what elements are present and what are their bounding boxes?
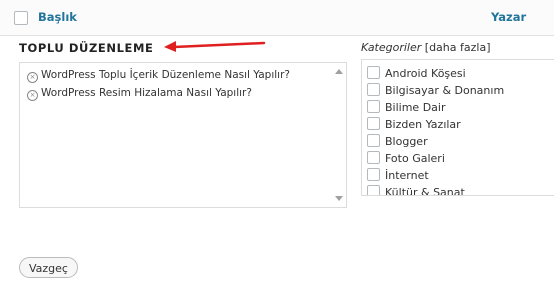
- category-item[interactable]: Bilgisayar & Donanım: [367, 83, 504, 97]
- category-label: Bilime Dair: [385, 101, 446, 114]
- categories-title: Kategoriler: [361, 41, 422, 54]
- scroll-down-icon[interactable]: [335, 196, 343, 201]
- selected-posts-list[interactable]: × WordPress Toplu İçerik Düzenleme Nasıl …: [19, 62, 347, 208]
- category-checkbox[interactable]: [367, 185, 380, 195]
- category-item[interactable]: Blogger: [367, 134, 428, 148]
- category-label: İnternet: [385, 169, 429, 182]
- category-label: Foto Galeri: [385, 152, 445, 165]
- category-label: Blogger: [385, 135, 428, 148]
- post-title: WordPress Toplu İçerik Düzenleme Nasıl Y…: [41, 69, 290, 81]
- categories-more-link[interactable]: [daha fazla]: [425, 41, 491, 54]
- category-checkbox[interactable]: [367, 66, 380, 79]
- category-checkbox[interactable]: [367, 83, 380, 96]
- category-item[interactable]: Bilime Dair: [367, 100, 445, 114]
- category-label: Android Köşesi: [385, 67, 466, 80]
- category-item[interactable]: Bizden Yazılar: [367, 117, 461, 131]
- posts-scrollbar[interactable]: [332, 63, 346, 207]
- remove-post-icon[interactable]: ×: [27, 72, 38, 83]
- category-checkbox[interactable]: [367, 168, 380, 181]
- bulk-edit-title: TOPLU DÜZENLEME: [19, 41, 154, 55]
- select-all-checkbox[interactable]: [14, 11, 28, 25]
- cancel-button[interactable]: Vazgeç: [19, 257, 78, 278]
- scroll-up-icon[interactable]: [335, 69, 343, 74]
- category-label: Bilgisayar & Donanım: [385, 84, 505, 97]
- post-title: WordPress Resim Hizalama Nasıl Yapılır?: [41, 87, 252, 99]
- category-checkbox[interactable]: [367, 117, 380, 130]
- list-header-row: Başlık Yazar: [0, 0, 554, 36]
- column-author-link[interactable]: Yazar: [491, 10, 526, 24]
- category-item[interactable]: Kültür & Sanat: [367, 185, 465, 196]
- category-item[interactable]: Foto Galeri: [367, 151, 445, 165]
- category-item[interactable]: Android Köşesi: [367, 66, 466, 80]
- remove-post-icon[interactable]: ×: [27, 90, 38, 101]
- annotation-arrow-icon: [164, 41, 266, 52]
- category-checkbox[interactable]: [367, 151, 380, 164]
- list-item: × WordPress Resim Hizalama Nasıl Yapılır?: [27, 87, 252, 101]
- category-item[interactable]: İnternet: [367, 168, 429, 182]
- categories-label: Kategoriler [daha fazla]: [361, 41, 490, 54]
- list-item: × WordPress Toplu İçerik Düzenleme Nasıl …: [27, 69, 290, 83]
- category-label: Kültür & Sanat: [385, 186, 465, 196]
- categories-checklist[interactable]: Android Köşesi Bilgisayar & Donanım Bili…: [361, 59, 554, 196]
- category-checkbox[interactable]: [367, 100, 380, 113]
- category-label: Bizden Yazılar: [385, 118, 461, 131]
- category-checkbox[interactable]: [367, 134, 380, 147]
- column-title-link[interactable]: Başlık: [38, 10, 77, 24]
